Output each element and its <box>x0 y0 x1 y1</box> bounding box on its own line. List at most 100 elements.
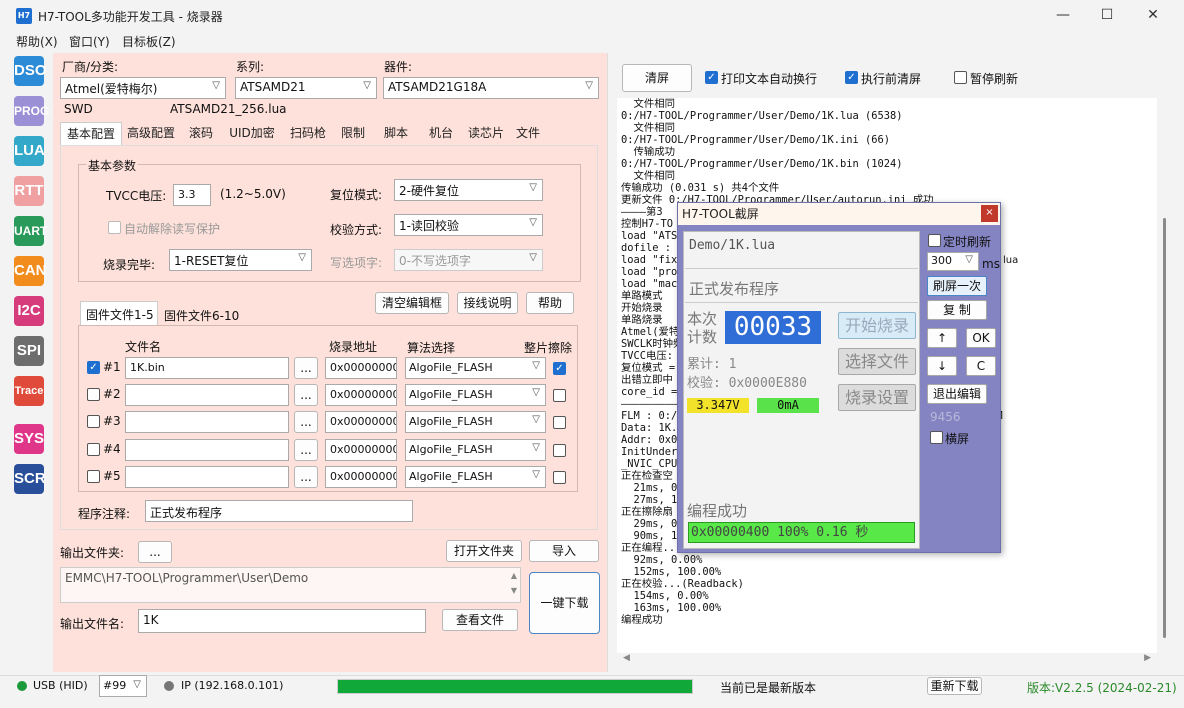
landscape-checkbox[interactable] <box>930 431 943 444</box>
file-enable-checkbox[interactable] <box>87 415 100 428</box>
chip-erase-checkbox[interactable] <box>553 416 566 429</box>
view-file-button[interactable]: 查看文件 <box>442 609 518 631</box>
clear-edit-button[interactable]: 清空编辑框 <box>375 292 449 314</box>
done-select[interactable]: 1-RESET复位 ▽ <box>169 249 312 271</box>
toolbar-lua-button[interactable]: LUA <box>14 136 45 166</box>
toolbar-prog-button[interactable]: PROG <box>14 96 49 126</box>
redownload-button[interactable]: 重新下载 <box>927 677 982 695</box>
chip-erase-checkbox[interactable]: ✓ <box>553 362 566 375</box>
address-input[interactable]: 0x00000000 <box>325 411 397 433</box>
tab-6[interactable]: 脚本 <box>372 122 420 145</box>
down-button[interactable]: ↓ <box>927 356 957 376</box>
wiring-help-button[interactable]: 接线说明 <box>457 292 518 314</box>
log-vertical-scrollbar[interactable] <box>1159 98 1171 653</box>
output-filename-input[interactable]: 1K <box>138 609 426 633</box>
tab-0[interactable]: 基本配置 <box>60 122 122 145</box>
refresh-once-button[interactable]: 刷屏一次 <box>927 276 987 296</box>
scroll-thumb[interactable] <box>1163 218 1166 638</box>
clear-before-checkbox[interactable]: ✓ <box>845 71 858 84</box>
toolbar-trace-button[interactable]: Trace <box>14 376 44 406</box>
log-horizontal-scrollbar[interactable]: ◀ ▶ <box>617 653 1157 667</box>
chip-erase-checkbox[interactable] <box>553 444 566 457</box>
vendor-select[interactable]: Atmel(爱特梅尔) ▽ <box>60 77 226 99</box>
address-input[interactable]: 0x00000000 <box>325 466 397 488</box>
tvcc-input[interactable]: 3.3 <box>173 184 211 206</box>
part-select[interactable]: ATSAMD21G18A ▽ <box>383 77 599 99</box>
program-settings-button[interactable]: 烧录设置 <box>838 384 916 411</box>
chip-erase-checkbox[interactable] <box>553 471 566 484</box>
tab-firmware-6-10[interactable]: 固件文件6-10 <box>164 307 239 324</box>
tab-7[interactable]: 机台 <box>420 122 462 145</box>
auto-wrap-checkbox[interactable]: ✓ <box>705 71 718 84</box>
algorithm-select[interactable]: AlgoFile_FLASH ▽ <box>405 439 546 461</box>
ok-button[interactable]: OK <box>966 328 996 348</box>
file-enable-checkbox[interactable] <box>87 388 100 401</box>
c-button[interactable]: C <box>966 356 996 376</box>
address-input[interactable]: 0x00000000 <box>325 384 397 406</box>
pause-refresh-checkbox[interactable] <box>954 71 967 84</box>
file-enable-checkbox[interactable] <box>87 443 100 456</box>
note-input[interactable]: 正式发布程序 <box>145 500 413 522</box>
toolbar-uart-button[interactable]: UART <box>14 216 47 246</box>
tab-5[interactable]: 限制 <box>334 122 372 145</box>
file-name-input[interactable]: 1K.bin <box>125 357 289 379</box>
verify-select[interactable]: 1-读回校验 ▽ <box>394 214 543 236</box>
open-folder-button[interactable]: 打开文件夹 <box>446 540 522 562</box>
clear-screen-button[interactable]: 清屏 <box>622 64 692 92</box>
tab-2[interactable]: 滚码 <box>180 122 222 145</box>
browse-file-button[interactable]: ... <box>294 357 318 379</box>
path-scroll-arrows[interactable]: ▲ ▼ <box>508 568 520 602</box>
close-button[interactable]: ✕ <box>1130 0 1176 31</box>
toolbar-i2c-button[interactable]: I2C <box>14 296 44 326</box>
toolbar-spi-button[interactable]: SPI <box>14 336 44 366</box>
import-button[interactable]: 导入 <box>529 540 599 562</box>
timer-refresh-checkbox[interactable] <box>928 234 941 247</box>
series-select[interactable]: ATSAMD21 ▽ <box>235 77 377 99</box>
file-name-input[interactable] <box>125 466 289 488</box>
toolbar-can-button[interactable]: CAN <box>14 256 47 286</box>
toolbar-dso-button[interactable]: DSO <box>14 56 47 86</box>
toolbar-sys-button[interactable]: SYS <box>14 424 44 454</box>
tab-3[interactable]: UID加密 <box>222 122 282 145</box>
help-button[interactable]: 帮助 <box>526 292 574 314</box>
up-button[interactable]: ↑ <box>927 328 957 348</box>
address-input[interactable]: 0x00000000 <box>325 357 397 379</box>
menu-help[interactable]: 帮助(X) <box>16 33 58 50</box>
tab-1[interactable]: 高级配置 <box>122 122 180 145</box>
tab-8[interactable]: 读芯片 <box>462 122 510 145</box>
auto-unlock-checkbox[interactable] <box>108 221 121 234</box>
browse-file-button[interactable]: ... <box>294 466 318 488</box>
menu-target[interactable]: 目标板(Z) <box>122 33 176 50</box>
interval-select[interactable]: 300 ▽ <box>927 252 979 271</box>
chip-erase-checkbox[interactable] <box>553 389 566 402</box>
maximize-button[interactable]: ☐ <box>1084 0 1130 31</box>
browse-file-button[interactable]: ... <box>294 439 318 461</box>
device-number-select[interactable]: #99 ▽ <box>99 675 147 697</box>
algorithm-select[interactable]: AlgoFile_FLASH ▽ <box>405 384 546 406</box>
start-program-button[interactable]: 开始烧录 <box>838 312 916 339</box>
scroll-right-icon[interactable]: ▶ <box>1144 653 1151 663</box>
algorithm-select[interactable]: AlgoFile_FLASH ▽ <box>405 357 546 379</box>
file-name-input[interactable] <box>125 439 289 461</box>
tab-firmware-1-5[interactable]: 固件文件1-5 <box>80 301 158 325</box>
output-path-field[interactable]: EMMC\H7-TOOL\Programmer\User\Demo <box>60 567 521 603</box>
file-enable-checkbox[interactable] <box>87 470 100 483</box>
browse-folder-button[interactable]: ... <box>138 541 172 563</box>
browse-file-button[interactable]: ... <box>294 384 318 406</box>
toolbar-scr-button[interactable]: SCR <box>14 464 46 494</box>
file-name-input[interactable] <box>125 384 289 406</box>
file-enable-checkbox[interactable]: ✓ <box>87 361 100 374</box>
tab-4[interactable]: 扫码枪 <box>282 122 334 145</box>
browse-file-button[interactable]: ... <box>294 411 318 433</box>
address-input[interactable]: 0x00000000 <box>325 439 397 461</box>
file-name-input[interactable] <box>125 411 289 433</box>
popup-close-button[interactable]: × <box>981 205 998 222</box>
toolbar-rtt-button[interactable]: RTT <box>14 176 44 206</box>
exit-edit-button[interactable]: 退出编辑 <box>927 384 987 404</box>
menu-window[interactable]: 窗口(Y) <box>69 33 110 50</box>
copy-button[interactable]: 复 制 <box>927 300 987 320</box>
one-click-download-button[interactable]: 一键下载 <box>529 572 600 634</box>
algorithm-select[interactable]: AlgoFile_FLASH ▽ <box>405 466 546 488</box>
algorithm-select[interactable]: AlgoFile_FLASH ▽ <box>405 411 546 433</box>
reset-mode-select[interactable]: 2-硬件复位 ▽ <box>394 179 543 201</box>
